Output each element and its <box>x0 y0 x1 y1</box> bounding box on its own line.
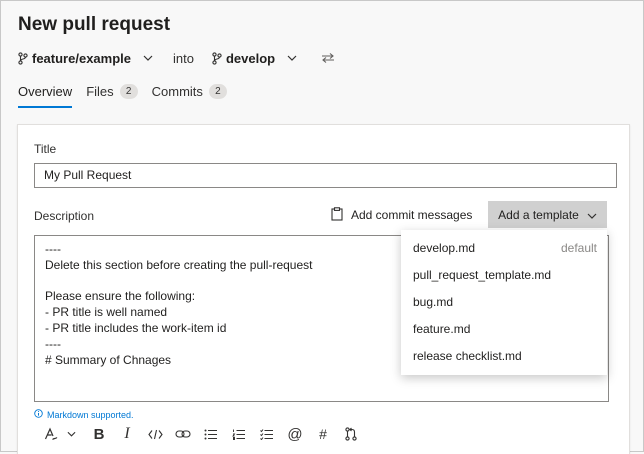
template-item-feature[interactable]: feature.md <box>413 319 597 339</box>
count-badge: 2 <box>208 83 227 99</box>
numbered-list-icon[interactable] <box>230 425 248 443</box>
title-label: Title <box>34 142 57 156</box>
chevron-down-icon[interactable] <box>62 425 80 443</box>
title-input[interactable]: My Pull Request <box>34 163 617 188</box>
template-item-label: develop.md <box>413 241 476 255</box>
format-text-icon[interactable] <box>42 425 60 443</box>
add-template-button[interactable]: Add a template <box>488 201 607 228</box>
description-label: Description <box>34 209 95 223</box>
branch-icon <box>18 51 28 65</box>
source-branch-dropdown[interactable]: feature/example <box>18 51 153 66</box>
info-icon <box>34 409 43 420</box>
tab-overview[interactable]: Overview <box>18 81 73 108</box>
add-commit-messages-label: Add commit messages <box>351 208 473 222</box>
work-item-hash-icon[interactable]: # <box>314 425 332 443</box>
clipboard-icon <box>331 206 343 224</box>
bulleted-list-icon[interactable] <box>202 425 220 443</box>
mention-icon[interactable]: @ <box>286 425 304 443</box>
template-dropdown-menu: develop.md default pull_request_template… <box>401 230 607 375</box>
add-template-label: Add a template <box>498 207 579 222</box>
template-item-label: feature.md <box>413 322 471 336</box>
bold-icon[interactable]: B <box>90 425 108 443</box>
italic-icon[interactable]: I <box>118 425 136 443</box>
tab-label: Commits <box>151 83 203 99</box>
tab-commits[interactable]: Commits 2 <box>152 81 227 101</box>
code-icon[interactable] <box>146 425 164 443</box>
count-badge: 2 <box>119 83 138 99</box>
target-branch-dropdown[interactable]: develop <box>212 51 297 66</box>
task-list-icon[interactable] <box>258 425 276 443</box>
tab-files[interactable]: Files 2 <box>86 81 138 101</box>
template-item-label: release checklist.md <box>413 349 522 363</box>
swap-branches-icon[interactable] <box>321 53 335 63</box>
default-badge: default <box>560 241 597 255</box>
page-title: New pull request <box>18 14 171 35</box>
template-item-release-checklist[interactable]: release checklist.md <box>413 346 597 366</box>
source-branch-name: feature/example <box>32 50 131 66</box>
tab-bar: Overview Files 2 Commits 2 <box>18 81 241 108</box>
description-text: ---- Delete this section before creating… <box>45 242 313 367</box>
template-item-pull-request-template[interactable]: pull_request_template.md <box>413 265 597 285</box>
tab-label: Overview <box>18 83 73 99</box>
template-item-label: pull_request_template.md <box>413 268 552 282</box>
pull-request-icon[interactable] <box>342 425 360 443</box>
link-icon[interactable] <box>174 425 192 443</box>
chevron-down-icon <box>587 208 597 222</box>
add-commit-messages-button[interactable]: Add commit messages <box>331 204 472 226</box>
template-item-label: bug.md <box>413 295 454 309</box>
tab-label: Files <box>86 83 114 99</box>
target-branch-name: develop <box>225 50 276 66</box>
markdown-supported-text: Markdown supported. <box>47 409 134 420</box>
into-label: into <box>173 50 194 66</box>
chevron-down-icon <box>287 55 297 61</box>
markdown-supported-link[interactable]: Markdown supported. <box>34 409 134 420</box>
window-frame: New pull request feature/example into de… <box>0 0 644 454</box>
formatting-toolbar: B I @ # <box>42 425 370 443</box>
template-item-bug[interactable]: bug.md <box>413 292 597 312</box>
chevron-down-icon <box>143 55 153 61</box>
branch-selector-row: feature/example into develop <box>18 49 335 67</box>
branch-icon <box>212 51 222 65</box>
template-item-develop[interactable]: develop.md default <box>413 238 597 258</box>
